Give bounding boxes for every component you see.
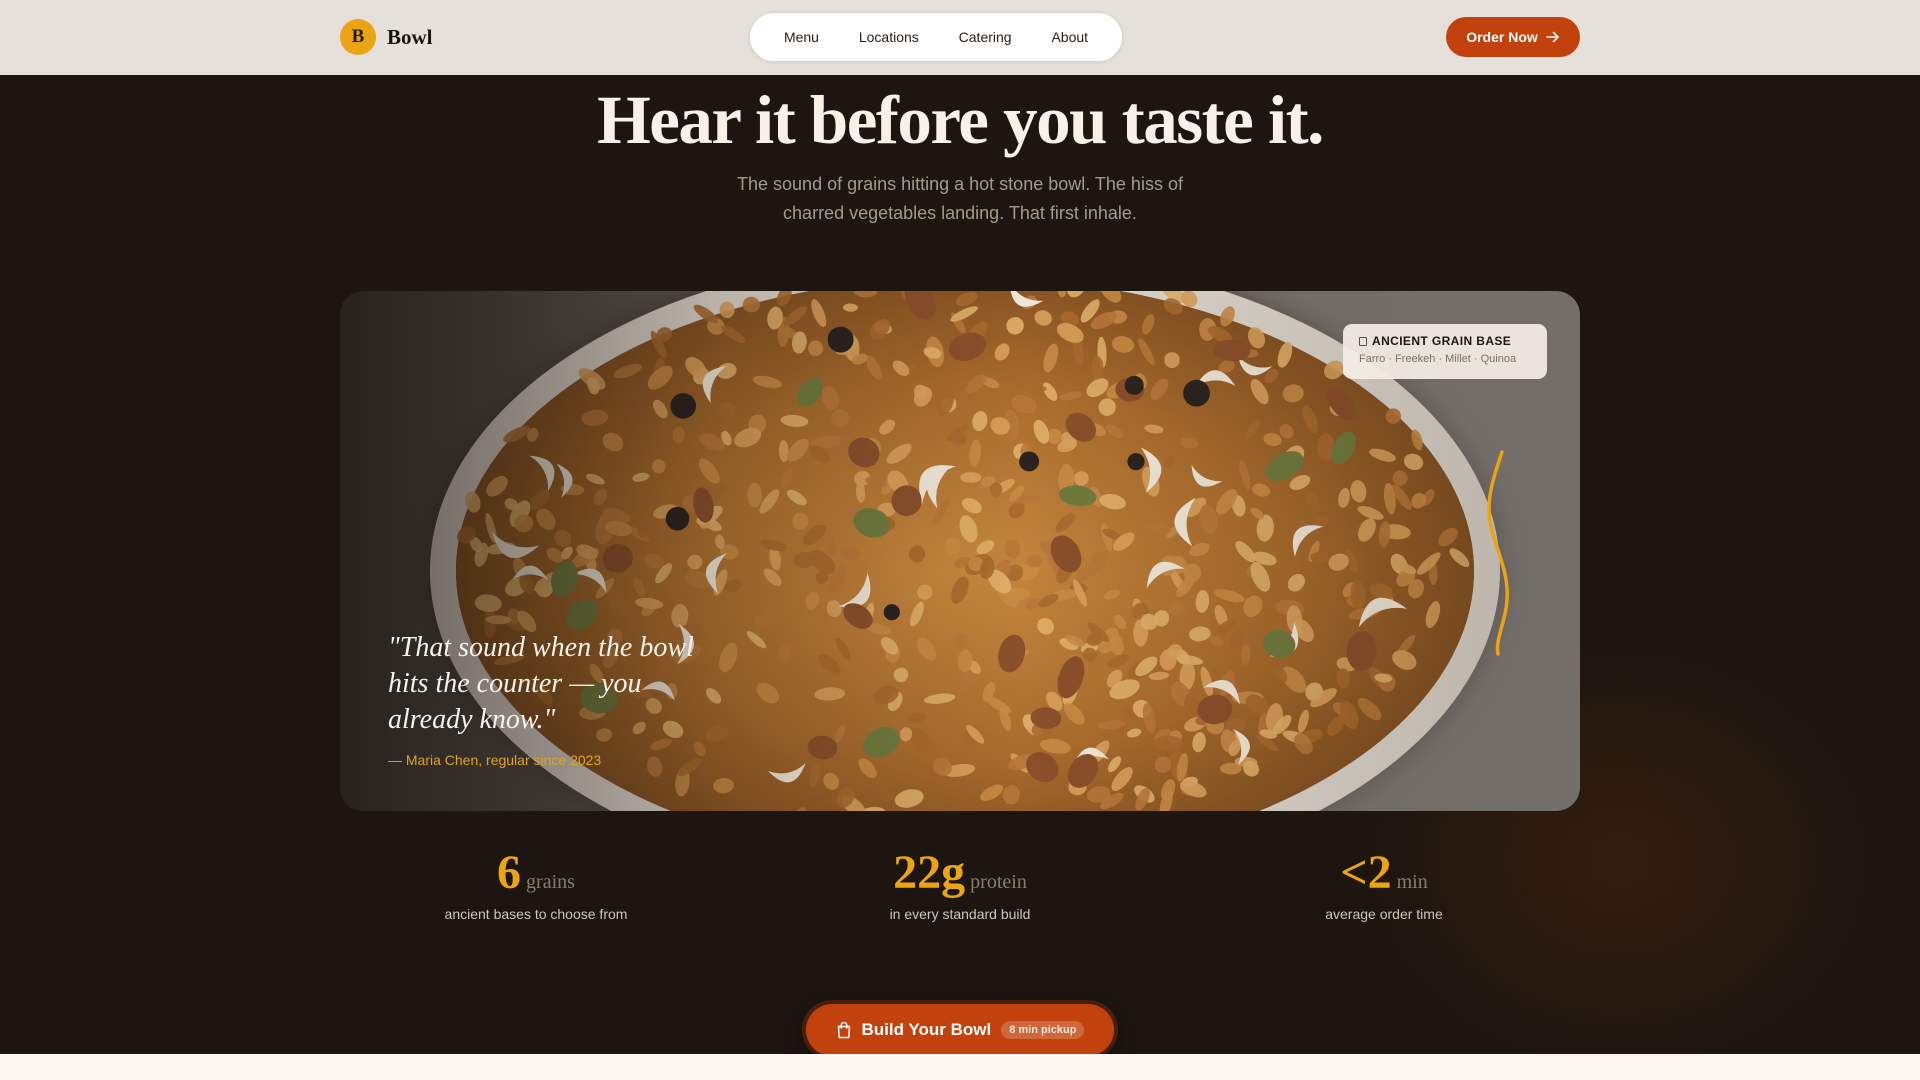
hero-subtitle: The sound of grains hitting a hot stone …: [737, 174, 1183, 223]
nav-link-menu[interactable]: Menu: [778, 23, 825, 51]
brand-mark-icon: B: [340, 19, 376, 55]
grain-tag-title: ANCIENT GRAIN BASE: [1372, 334, 1512, 348]
sound-wave-icon: [1487, 450, 1510, 656]
stat-caption: ancient bases to choose from: [444, 906, 628, 922]
nav-link-locations[interactable]: Locations: [853, 23, 925, 51]
brand-logo[interactable]: B Bowl: [340, 18, 433, 56]
stat-caption: average order time: [1325, 906, 1443, 922]
stat-caption: in every standard build: [889, 906, 1031, 922]
stat-unit: min: [1396, 871, 1428, 893]
main-nav: Menu Locations Catering About: [749, 12, 1123, 62]
order-now-label: Order Now: [1466, 29, 1538, 45]
next-section-edge: [0, 1054, 1920, 1080]
checkbox-icon: [1359, 336, 1367, 346]
customer-quote: "That sound when the bowl hits the count…: [388, 632, 694, 735]
stat-protein: 22g protein in every standard build: [810, 845, 1110, 922]
nav-link-about[interactable]: About: [1045, 23, 1094, 51]
quote-author: — Maria Chen, regular since 2023: [388, 752, 602, 768]
build-your-bowl-button[interactable]: Build Your Bowl 8 min pickup: [806, 1004, 1114, 1056]
stat-unit: grains: [526, 871, 575, 893]
arrow-right-icon: [1545, 31, 1559, 43]
granola-bowl-photo: ANCIENT GRAIN BASE Farro · Freekeh · Mil…: [340, 291, 1580, 811]
nav-link-catering[interactable]: Catering: [953, 23, 1018, 51]
stat-order-time: <2 min average order time: [1234, 845, 1534, 922]
hero-title: Hear it before you taste it.: [597, 82, 1324, 158]
stat-value: <2: [1340, 846, 1392, 899]
grain-tag-items: Farro · Freekeh · Millet · Quinoa: [1359, 353, 1517, 365]
brand-name: Bowl: [387, 24, 433, 49]
site-header: B Bowl Menu Locations Catering About Ord…: [0, 0, 1920, 75]
order-now-button[interactable]: Order Now: [1446, 17, 1580, 57]
ancient-grain-tag: ANCIENT GRAIN BASE Farro · Freekeh · Mil…: [1343, 324, 1547, 379]
build-your-bowl-label: Build Your Bowl: [861, 1020, 992, 1039]
stat-grains: 6 grains ancient bases to choose from: [386, 845, 686, 922]
stat-value: 6: [497, 846, 522, 899]
stat-value: 22g: [893, 846, 966, 899]
stat-unit: protein: [970, 871, 1027, 893]
pickup-time-badge: 8 min pickup: [1001, 1021, 1085, 1039]
shopping-bag-icon: [837, 1021, 850, 1039]
